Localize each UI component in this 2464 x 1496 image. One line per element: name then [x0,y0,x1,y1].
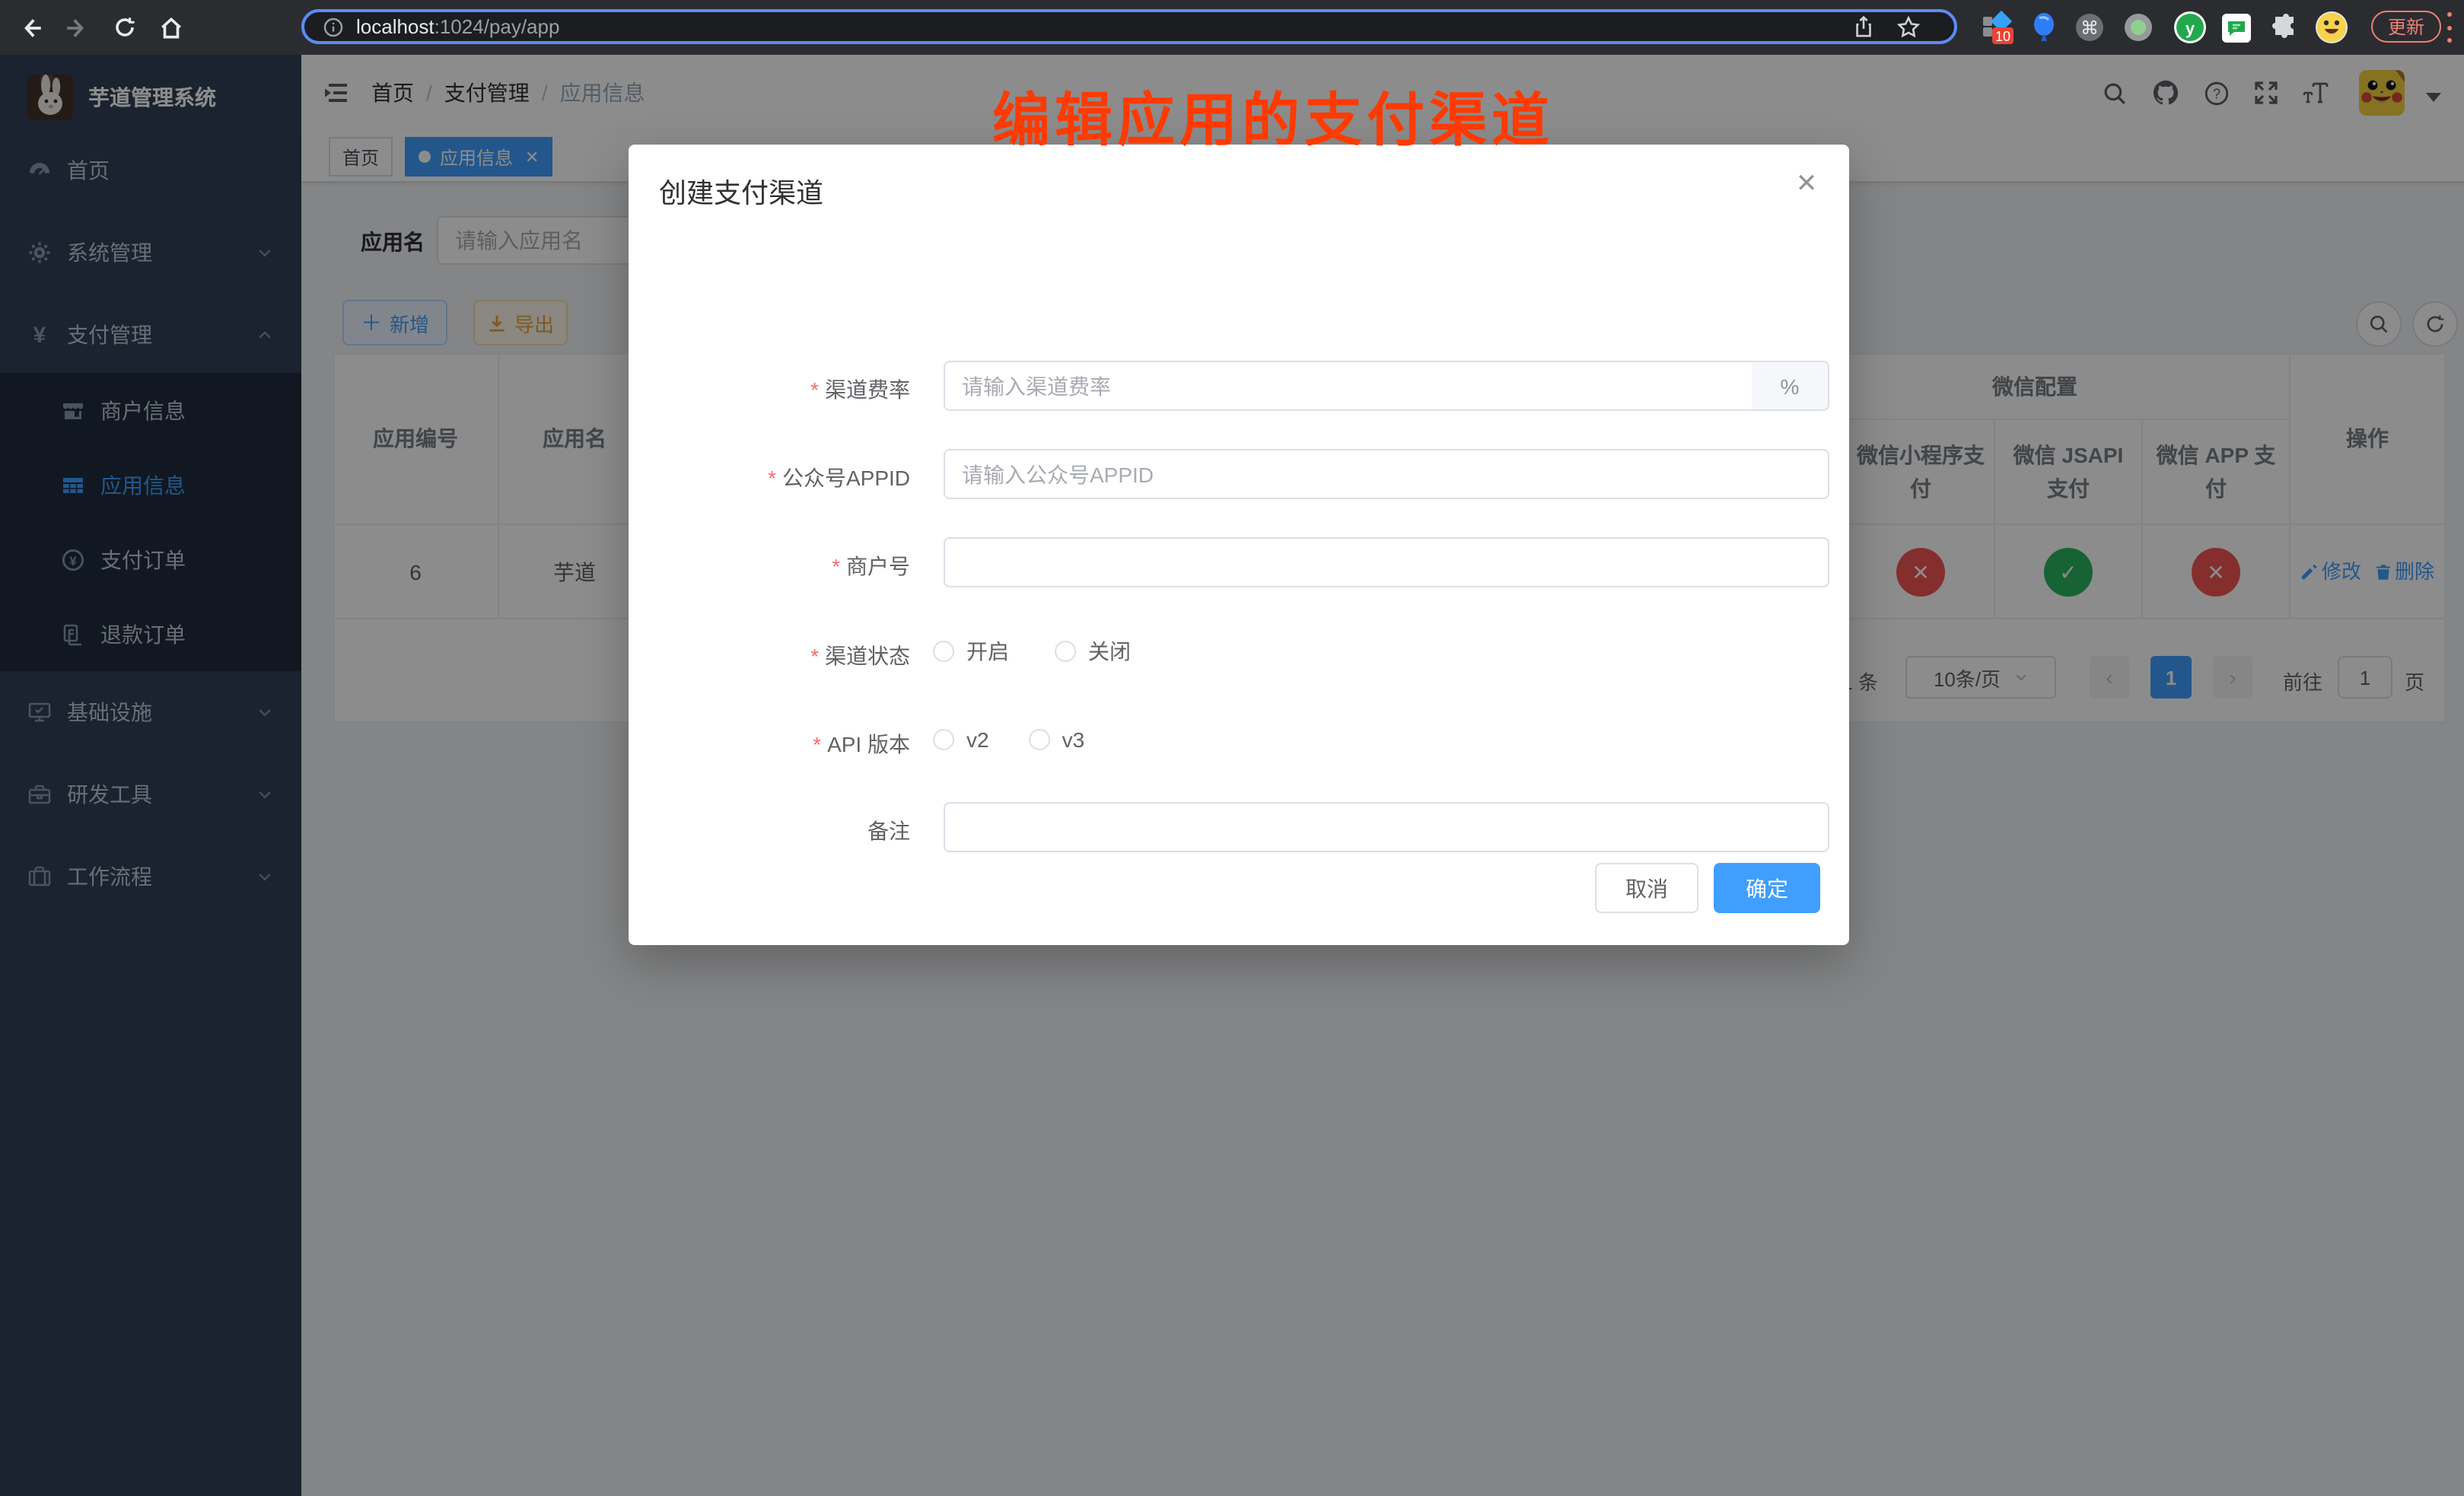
dialog-title: 创建支付渠道 [659,172,823,212]
appid-input[interactable] [944,449,1829,499]
address-bar[interactable]: localhost:1024/pay/app [301,9,1957,44]
extension-command-icon[interactable]: ⌘ [2073,11,2106,44]
extension-diamond-icon[interactable]: 10 [1982,11,2015,44]
extension-balloon-icon[interactable] [2027,11,2061,44]
extension-y-icon[interactable]: y [2173,11,2207,44]
rate-suffix: % [1752,361,1829,411]
create-pay-channel-dialog: 创建支付渠道 ✕ *渠道费率 % *公众号APPID *商户号 *渠道状态 开启… [629,145,1849,945]
svg-text:y: y [2185,19,2195,38]
screen: localhost:1024/pay/app 10 ⌘ [0,0,2464,1496]
radio-status-open[interactable] [933,641,954,662]
status-radio-group: 开启 关闭 [933,630,1131,673]
field-label-status: *渠道状态 [629,641,910,671]
svg-text:⌘: ⌘ [2080,18,2099,39]
api-radio-group: v2 v3 [933,718,1084,761]
radio-api-v3[interactable] [1029,729,1050,750]
extensions-puzzle-icon[interactable] [2269,11,2303,44]
browser-toolbar: localhost:1024/pay/app 10 ⌘ [0,0,2464,55]
merchant-input[interactable] [944,537,1829,587]
browser-home-icon[interactable] [152,9,189,46]
confirm-button[interactable]: 确定 [1714,863,1820,913]
cancel-button[interactable]: 取消 [1595,863,1698,913]
share-icon[interactable] [1852,15,1875,38]
site-info-icon[interactable] [323,16,344,37]
browser-update-button[interactable]: 更新 [2371,11,2441,43]
browser-back-icon[interactable] [12,9,49,46]
rate-input[interactable] [944,361,1753,411]
bookmark-star-icon[interactable] [1896,14,1921,39]
field-label-remark: 备注 [629,816,910,846]
dialog-close-icon[interactable]: ✕ [1791,169,1822,199]
browser-menu-icon[interactable] [2446,12,2452,43]
field-label-appid: *公众号APPID [629,463,910,493]
browser-forward-icon[interactable] [58,9,94,46]
field-label-api: *API 版本 [629,729,910,759]
extension-record-icon[interactable] [2122,11,2155,44]
remark-input[interactable] [944,802,1829,852]
annotation-text: 编辑应用的支付渠道 [992,73,1554,157]
app-window: 芋道管理系统 首页 系统管理 ¥ 支付管理 [0,55,2464,1496]
url-text: localhost:1024/pay/app [356,15,559,38]
field-label-rate: *渠道费率 [629,374,910,405]
profile-emoji-icon[interactable] [2315,11,2348,44]
extension-badge: 10 [1995,29,2010,44]
extension-chat-icon[interactable] [2219,11,2252,44]
field-label-merchant: *商户号 [629,551,910,581]
radio-api-v2[interactable] [933,729,954,750]
radio-status-closed[interactable] [1055,641,1076,662]
browser-reload-icon[interactable] [107,9,143,46]
